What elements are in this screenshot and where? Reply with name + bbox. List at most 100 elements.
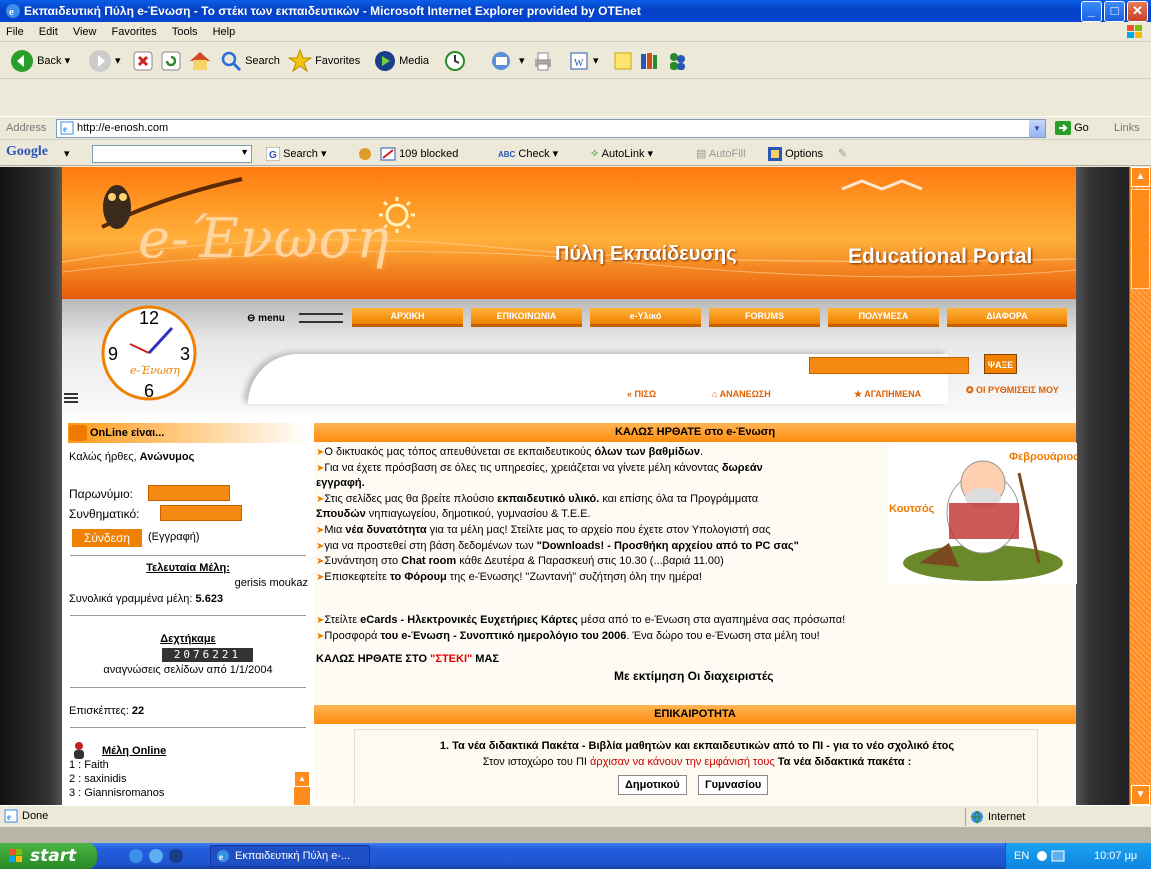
google-search-button[interactable]: G Search ▾ bbox=[265, 146, 327, 162]
welcome-line-bold[interactable]: όλων των βαθμίδων bbox=[594, 446, 700, 458]
scroll-up-arrow-icon[interactable]: ▲ bbox=[1131, 167, 1150, 187]
mail-button[interactable]: ▾ bbox=[490, 48, 525, 74]
print-button[interactable] bbox=[532, 48, 554, 74]
welcome-line-bold[interactable]: εκπαιδευτικό υλικό. bbox=[497, 493, 599, 505]
welcome-line-bold[interactable]: Σπουδών bbox=[316, 508, 366, 520]
signoff-text: Με εκτίμηση Οι διαχειριστές bbox=[614, 669, 774, 683]
menu-help[interactable]: Help bbox=[207, 22, 242, 42]
start-button[interactable]: start bbox=[0, 843, 97, 869]
scrollbar-thumb[interactable] bbox=[1131, 189, 1150, 289]
nickname-input[interactable] bbox=[148, 485, 230, 501]
menu-favorites[interactable]: Favorites bbox=[106, 22, 163, 42]
password-input[interactable] bbox=[160, 505, 242, 521]
news-subtitle-link[interactable]: άρχισαν να κάνουν την εμφάνισή τους bbox=[590, 756, 775, 768]
search-toolbar-button[interactable]: Search bbox=[220, 48, 280, 74]
primary-school-button[interactable]: Δημοτικού bbox=[618, 775, 687, 795]
options-button[interactable]: Options bbox=[768, 146, 823, 162]
site-search-button[interactable]: ΨΑΞΕ bbox=[984, 354, 1017, 374]
news-title[interactable]: 1. Τα νέα διδακτικά Πακέτα - Βιβλία μαθη… bbox=[355, 740, 1039, 752]
left-column: OnLine είναι... Καλώς ήρθες, Ανώνυμος Πα… bbox=[68, 423, 310, 805]
welcome-line-bold[interactable]: το Φόρουμ bbox=[390, 571, 447, 583]
nav-e-material[interactable]: e-Υλικό bbox=[590, 308, 701, 327]
minimize-button[interactable]: _ bbox=[1081, 1, 1102, 22]
maximize-button[interactable]: □ bbox=[1104, 1, 1125, 22]
welcome-line-bold[interactable]: "Downloads! - Προσθήκη αρχείου από το PC… bbox=[537, 540, 799, 552]
register-link[interactable]: (Εγγραφή) bbox=[148, 531, 200, 543]
welcome-line-bold[interactable]: εγγραφή. bbox=[316, 477, 365, 489]
check-label: Check bbox=[518, 148, 550, 160]
highlight-button[interactable]: ✎ bbox=[838, 146, 847, 162]
address-input[interactable]: e http://e-enosh.com ▼ bbox=[56, 119, 1046, 138]
popup-blocker-button[interactable]: 109 blocked bbox=[380, 146, 458, 162]
autolink-button[interactable]: ✧ AutoLink ▾ bbox=[590, 146, 653, 162]
back-button[interactable]: Back ▾ bbox=[10, 48, 70, 74]
online-members-title[interactable]: Μέλη Online bbox=[102, 745, 166, 757]
menu-view[interactable]: View bbox=[67, 22, 103, 42]
welcome-line-bold[interactable]: δωρεάν bbox=[722, 462, 763, 474]
autofill-button[interactable]: ▤ AutoFill bbox=[696, 146, 746, 162]
favorites-button[interactable]: Favorites bbox=[287, 48, 360, 74]
site-page: e-Ένωση Πύλη Εκπαίδευσης Educational Por… bbox=[62, 167, 1077, 805]
language-indicator[interactable]: EN bbox=[1014, 843, 1029, 869]
address-dropdown-button[interactable]: ▼ bbox=[1029, 120, 1045, 137]
quick-launch-icons[interactable] bbox=[128, 848, 188, 864]
welcome-line-bold[interactable]: νέα δυνατότητα bbox=[345, 524, 426, 536]
cartoon-image[interactable]: Φεβρουάριος Κουτσός bbox=[889, 443, 1077, 584]
nav-home[interactable]: ΑΡΧΙΚΗ bbox=[352, 308, 463, 327]
messenger-button[interactable] bbox=[666, 48, 688, 74]
go-button[interactable]: Go bbox=[1055, 121, 1089, 135]
media-button[interactable]: Media bbox=[374, 48, 429, 74]
edit-button[interactable]: W ▾ bbox=[568, 48, 599, 74]
google-g-icon: G bbox=[265, 146, 281, 162]
close-button[interactable]: ✕ bbox=[1127, 1, 1148, 22]
hamburger-icon[interactable] bbox=[64, 393, 78, 403]
menu-edit[interactable]: Edit bbox=[33, 22, 64, 42]
page-scrollbar[interactable]: ▲ ▼ bbox=[1129, 167, 1151, 805]
home-button[interactable] bbox=[188, 48, 212, 74]
welcome-line-bold[interactable]: του e-Ένωση - Συνοπτικό ημερολόγιο του 2… bbox=[380, 630, 626, 642]
welcome-line-bold[interactable]: eCards - Ηλεκτρονικές Ευχετήριες Κάρτες bbox=[360, 614, 578, 626]
nav-misc[interactable]: ΔΙΑΦΟΡΑ bbox=[947, 308, 1067, 327]
login-button[interactable]: Σύνδεση bbox=[72, 529, 142, 547]
online-header-text: OnLine είναι... bbox=[90, 427, 165, 439]
spell-check-button[interactable]: ABC Check ▾ bbox=[498, 146, 558, 163]
visitors: Επισκέπτες: 22 bbox=[69, 705, 144, 717]
google-logo[interactable]: Google bbox=[6, 144, 48, 160]
news-button[interactable] bbox=[358, 146, 372, 162]
nav-contact[interactable]: ΕΠΙΚΟΙΝΩΝΙΑ bbox=[471, 308, 582, 327]
banner-logo[interactable]: e-Ένωση bbox=[138, 207, 390, 270]
stop-button[interactable] bbox=[132, 48, 154, 74]
menu-file[interactable]: File bbox=[0, 22, 30, 42]
online-list-scrollbar[interactable]: ▲ bbox=[294, 771, 310, 805]
list-item[interactable]: 2 : saxinidis bbox=[69, 773, 126, 785]
history-button[interactable] bbox=[444, 48, 466, 74]
refresh-button[interactable] bbox=[160, 48, 182, 74]
subnav-back[interactable]: « ΠΙΣΩ bbox=[627, 389, 656, 399]
welcome-line-bold[interactable]: Chat room bbox=[401, 555, 456, 567]
menu-label[interactable]: ⊖ menu bbox=[247, 313, 285, 324]
tray-icons[interactable] bbox=[1036, 849, 1066, 863]
scroll-down-arrow-icon[interactable]: ▼ bbox=[1131, 785, 1150, 805]
welcome-text: ➤Ο δικτυακός μας τόπος απευθύνεται σε εκ… bbox=[316, 445, 876, 585]
middle-school-button[interactable]: Γυμνασίου bbox=[698, 775, 769, 795]
discuss-button[interactable] bbox=[612, 48, 634, 74]
scroll-up-arrow-icon[interactable]: ▲ bbox=[294, 771, 310, 787]
hits-caption: αναγνώσεις σελίδων από 1/1/2004 bbox=[103, 664, 273, 676]
research-button[interactable] bbox=[638, 48, 660, 74]
last-members[interactable]: gerisis moukaz bbox=[68, 577, 308, 589]
google-search-input[interactable]: ▼ bbox=[92, 145, 252, 163]
subnav-settings[interactable]: ✪ ΟΙ ΡΥΘΜΙΣΕΙΣ ΜΟΥ bbox=[966, 385, 1076, 395]
subnav-refresh[interactable]: ⌂ ΑΝΑΝΕΩΣΗ bbox=[712, 389, 771, 399]
nav-multimedia[interactable]: ΠΟΛΥΜΕΣΑ bbox=[828, 308, 939, 327]
subnav-favorites[interactable]: ★ ΑΓΑΠΗΜΕΝΑ bbox=[854, 389, 921, 400]
google-search-dropdown-icon[interactable]: ▼ bbox=[240, 147, 249, 157]
nav-forums[interactable]: FORUMS bbox=[709, 308, 820, 327]
site-search-input[interactable] bbox=[809, 357, 969, 374]
welcome-line: ➤Προσφορά του e-Ένωση - Συνοπτικό ημερολ… bbox=[316, 629, 1076, 645]
links-button[interactable]: Links bbox=[1114, 122, 1140, 134]
forward-button[interactable]: ▾ bbox=[88, 48, 121, 74]
menu-tools[interactable]: Tools bbox=[166, 22, 204, 42]
list-item[interactable]: 1 : Faith bbox=[69, 759, 109, 771]
list-item[interactable]: 3 : Giannisromanos bbox=[69, 787, 164, 799]
taskbar-item-browser[interactable]: e Εκπαιδευτική Πύλη e-... bbox=[210, 845, 370, 867]
